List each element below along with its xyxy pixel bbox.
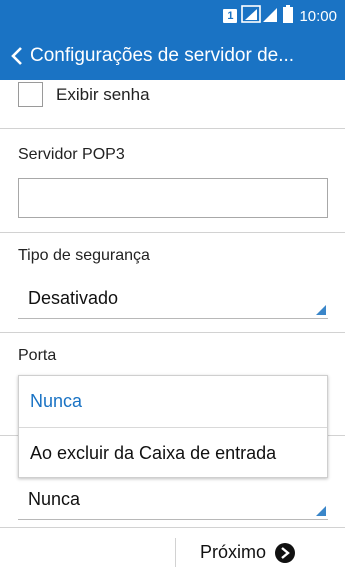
status-bar: 1 10:00 <box>0 0 345 32</box>
sim-icon: 1 <box>223 9 238 23</box>
pop3-server-label: Servidor POP3 <box>18 146 125 163</box>
divider <box>0 232 345 233</box>
bottom-bar: Próximo <box>0 527 345 576</box>
show-password-checkbox[interactable] <box>18 82 43 107</box>
next-button[interactable]: Próximo <box>200 528 296 576</box>
back-button[interactable] <box>4 32 30 80</box>
show-password-row[interactable]: Exibir senha <box>18 82 150 107</box>
dropdown-arrow-icon <box>316 305 326 315</box>
battery-icon <box>283 4 294 28</box>
signal-icon <box>241 4 279 28</box>
action-bar: Configurações de servidor de... <box>0 32 345 80</box>
dropdown-option-on-delete-inbox[interactable]: Ao excluir da Caixa de entrada <box>19 428 327 479</box>
page-title: Configurações de servidor de... <box>30 45 295 66</box>
dropdown-arrow-icon <box>316 506 326 516</box>
delete-email-value: Nunca <box>28 489 81 509</box>
dropdown-menu: Nunca Ao excluir da Caixa de entrada <box>18 375 328 478</box>
delete-email-select[interactable]: Nunca <box>18 480 328 520</box>
security-type-label: Tipo de segurança <box>18 247 150 264</box>
chevron-left-icon <box>11 47 22 65</box>
show-password-label: Exibir senha <box>56 84 150 104</box>
security-type-value: Desativado <box>28 288 119 308</box>
divider <box>0 128 345 129</box>
pop3-server-input[interactable] <box>18 178 328 218</box>
status-time: 10:00 <box>299 7 337 25</box>
bottom-bar-separator <box>175 538 176 567</box>
divider <box>0 332 345 333</box>
next-button-label: Próximo <box>200 542 267 562</box>
security-type-select[interactable]: Desativado <box>18 279 328 319</box>
arrow-right-circle-icon <box>275 542 296 563</box>
status-icons: 1 10:00 <box>223 4 337 28</box>
dropdown-option-never[interactable]: Nunca <box>19 376 327 427</box>
port-label: Porta <box>18 347 57 364</box>
